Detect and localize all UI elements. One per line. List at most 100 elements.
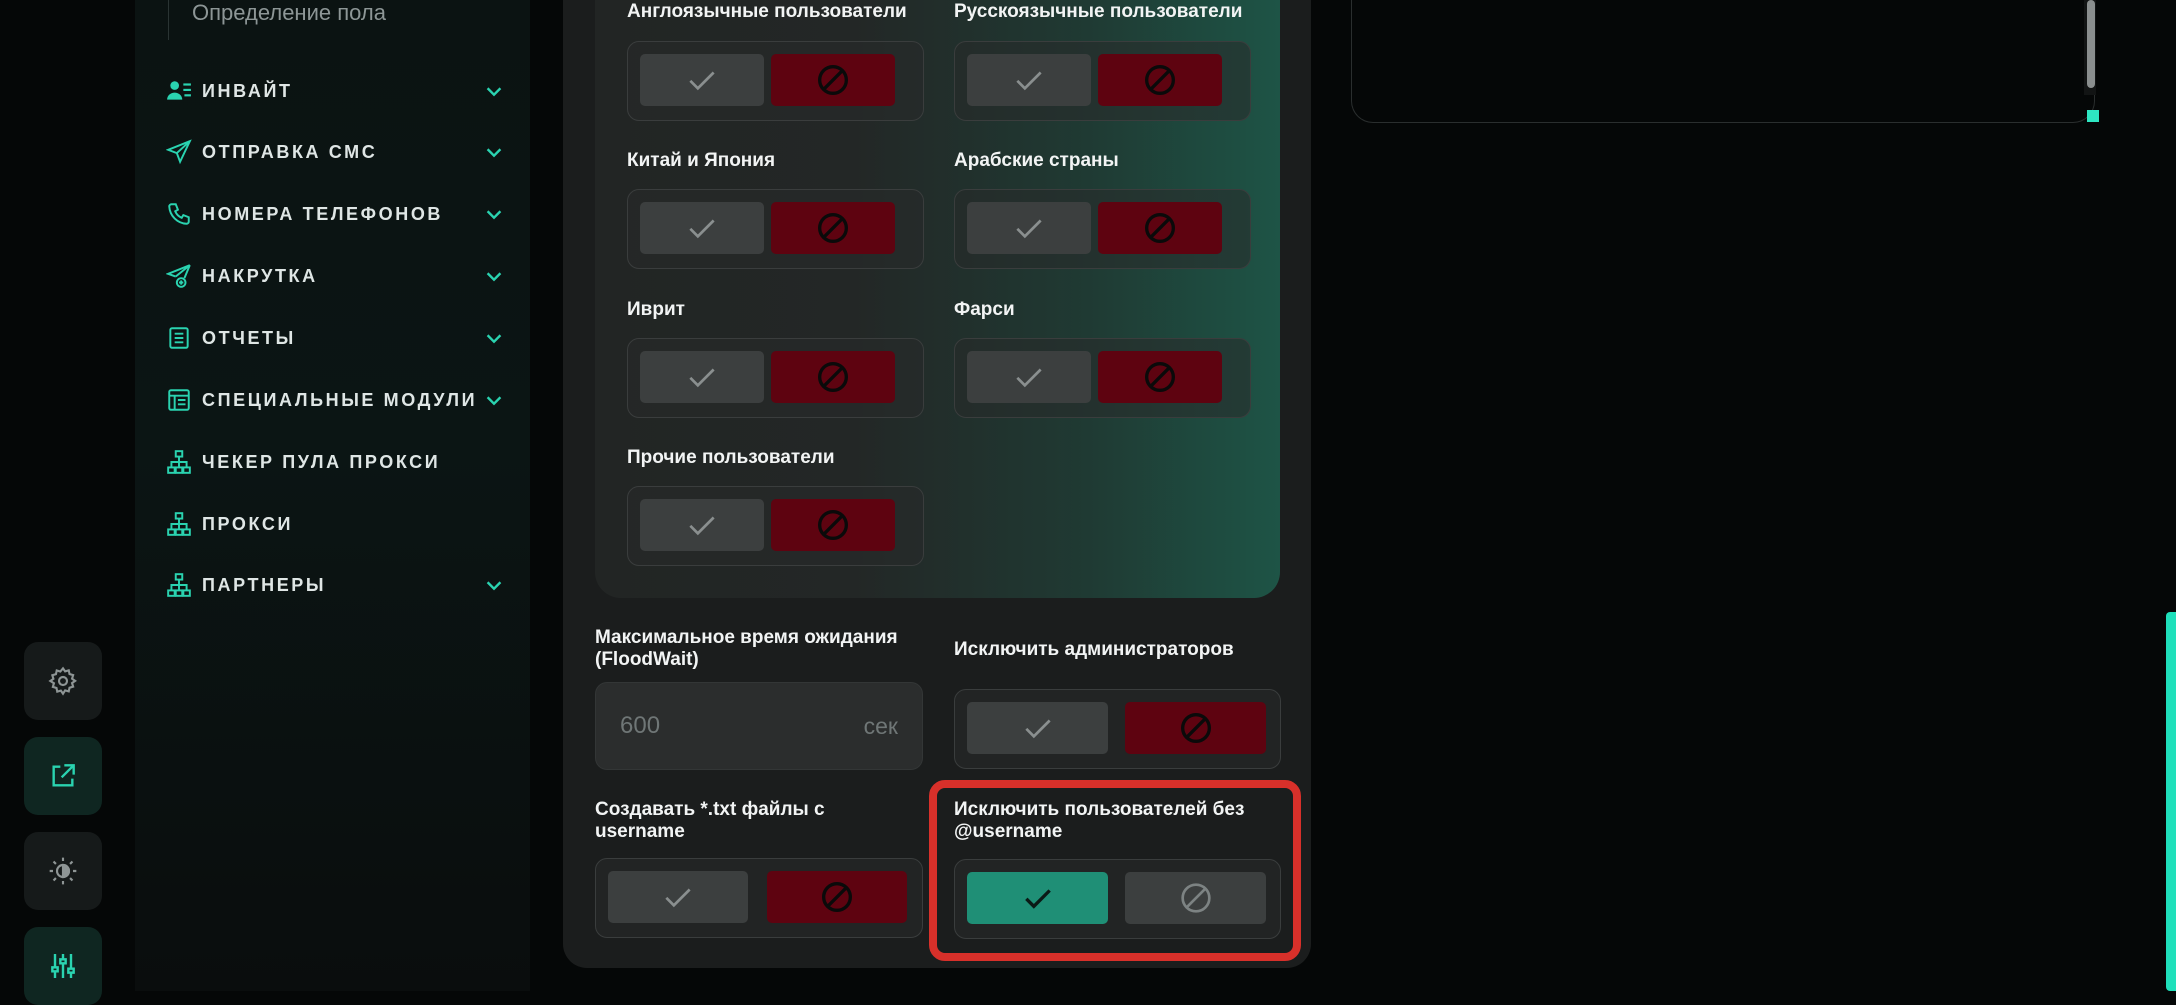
exclude-button[interactable]	[1098, 202, 1222, 254]
sidebar-item-label: ИНВАЙТ	[202, 80, 293, 101]
sidebar-item-label: ПРОКСИ	[202, 513, 293, 534]
phone-icon	[168, 203, 190, 225]
check-icon	[1024, 719, 1051, 739]
gear-icon	[48, 666, 78, 696]
block-icon	[822, 882, 852, 912]
sidebar-item-modules[interactable]: СПЕЦИАЛЬНЫЕ МОДУЛИ	[165, 380, 505, 420]
sidebar-item-phones[interactable]: НОМЕРА ТЕЛЕФОНОВ	[165, 194, 505, 234]
toggle-arabic	[954, 189, 1251, 269]
network-icon	[167, 512, 191, 536]
sidebar-item-label: ОТЧЕТЫ	[202, 327, 296, 348]
block-icon	[818, 213, 848, 243]
sidebar-item-label: СПЕЦИАЛЬНЫЕ МОДУЛИ	[202, 389, 478, 410]
exclude-button[interactable]	[771, 54, 895, 106]
check-icon	[689, 71, 715, 91]
sidebar-item-boost[interactable]: НАКРУТКА	[165, 256, 505, 296]
lang-label-arabic: Арабские страны	[954, 150, 1119, 171]
external-link-icon	[52, 764, 75, 787]
chevron-down-icon	[486, 148, 502, 158]
check-icon	[689, 219, 715, 239]
toggle-farsi	[954, 338, 1251, 418]
check-icon	[1016, 71, 1042, 91]
exclude-admins-label: Исключить администраторов	[954, 639, 1234, 660]
exclude-button[interactable]	[1125, 702, 1266, 754]
sidebar-subitem-gender[interactable]: Определение пола	[192, 0, 386, 26]
include-button[interactable]	[967, 202, 1091, 254]
block-icon	[1145, 213, 1175, 243]
send-plus-icon	[166, 264, 191, 288]
textarea[interactable]	[1351, 0, 2095, 123]
theme-button[interactable]	[24, 832, 102, 910]
include-button[interactable]	[640, 202, 764, 254]
lang-label-other: Прочие пользователи	[627, 447, 835, 468]
chevron-down-icon	[486, 581, 502, 591]
textarea-scrollbar-thumb[interactable]	[2087, 0, 2095, 88]
include-button[interactable]	[967, 351, 1091, 403]
highlight-frame	[929, 780, 1301, 961]
sidebar-item-label: НАКРУТКА	[202, 265, 318, 286]
toggle-create-txt	[595, 858, 923, 938]
include-button[interactable]	[640, 499, 764, 551]
page-scrollbar-thumb[interactable]	[2166, 612, 2176, 991]
sidebar-item-invite[interactable]: ИНВАЙТ	[165, 71, 505, 111]
settings-button[interactable]	[24, 642, 102, 720]
block-icon	[818, 362, 848, 392]
chevron-down-icon	[486, 334, 502, 344]
check-icon	[689, 368, 715, 388]
block-icon	[818, 510, 848, 540]
network-icon	[167, 450, 191, 474]
sidebar-item-partners[interactable]: ПАРТНЕРЫ	[165, 565, 505, 605]
send-icon	[166, 139, 192, 165]
sidebar-item-proxy-checker[interactable]: ЧЕКЕР ПУЛА ПРОКСИ	[165, 442, 505, 482]
check-icon	[665, 888, 691, 908]
sidebar-item-label: ПАРТНЕРЫ	[202, 574, 327, 595]
toggle-hebrew	[627, 338, 924, 418]
chevron-down-icon	[486, 396, 502, 406]
floodwait-unit: сек	[863, 713, 898, 739]
exclude-button[interactable]	[771, 499, 895, 551]
exclude-button[interactable]	[1098, 351, 1222, 403]
floodwait-placeholder: 600	[620, 712, 661, 739]
exclude-button[interactable]	[771, 202, 895, 254]
sidebar-item-label: НОМЕРА ТЕЛЕФОНОВ	[202, 203, 444, 224]
submenu-guide-line	[168, 0, 169, 40]
sidebar-item-label: ЧЕКЕР ПУЛА ПРОКСИ	[202, 451, 441, 472]
network-icon	[167, 573, 191, 597]
resize-handle[interactable]	[2087, 110, 2099, 122]
chevron-down-icon	[486, 210, 502, 220]
check-icon	[689, 516, 715, 536]
sidebar-item-reports[interactable]: ОТЧЕТЫ	[165, 318, 505, 358]
check-icon	[1016, 368, 1042, 388]
include-button[interactable]	[967, 54, 1091, 106]
toggle-exclude-admins	[954, 689, 1281, 769]
lang-label-farsi: Фарси	[954, 299, 1015, 320]
theme-icon	[49, 857, 77, 885]
sidebar-item-proxy[interactable]: ПРОКСИ	[165, 504, 505, 544]
modules-icon	[168, 389, 190, 411]
exclude-button[interactable]	[767, 871, 907, 923]
include-button[interactable]	[640, 351, 764, 403]
block-icon	[818, 65, 848, 95]
sliders-button[interactable]	[24, 927, 102, 1005]
floodwait-input[interactable]: 600 сек	[595, 682, 923, 770]
report-icon	[169, 327, 189, 349]
chevron-down-icon	[486, 272, 502, 282]
lang-label-hebrew: Иврит	[627, 299, 685, 320]
sidebar-item-label: ОТПРАВКА СМС	[202, 141, 378, 162]
include-button[interactable]	[608, 871, 748, 923]
toggle-china-japan	[627, 189, 924, 269]
toggle-russian	[954, 41, 1251, 121]
include-button[interactable]	[967, 702, 1108, 754]
floodwait-label: Максимальное время ожидания (FloodWait)	[595, 627, 898, 670]
lang-label-russian: Русскоязычные пользователи	[954, 1, 1243, 22]
include-button[interactable]	[640, 54, 764, 106]
lang-label-china-japan: Китай и Япония	[627, 150, 776, 171]
sidebar-item-sms[interactable]: ОТПРАВКА СМС	[165, 132, 505, 172]
toggle-english	[627, 41, 924, 121]
exclude-button[interactable]	[771, 351, 895, 403]
exclude-button[interactable]	[1098, 54, 1222, 106]
chevron-down-icon	[486, 87, 502, 97]
create-txt-label: Создавать *.txt файлы с username	[595, 799, 825, 842]
lang-label-english: Англоязычные пользователи	[627, 1, 907, 22]
external-link-button[interactable]	[24, 737, 102, 815]
